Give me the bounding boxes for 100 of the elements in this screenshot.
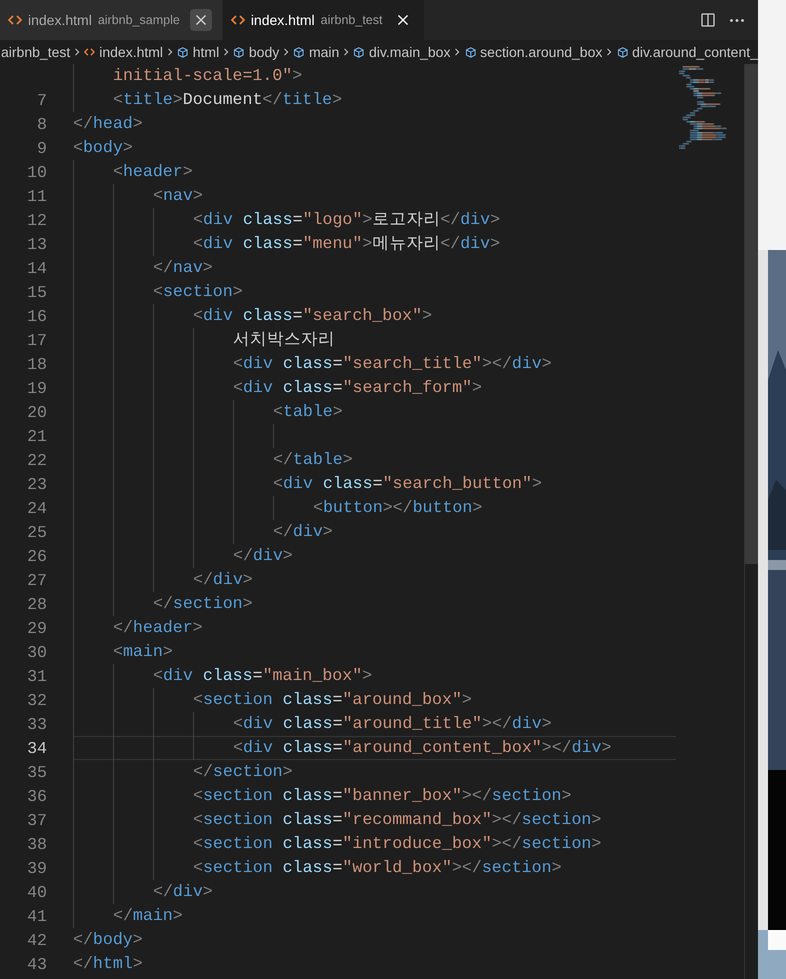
code-line: </section> bbox=[73, 760, 676, 784]
code-icon bbox=[84, 46, 96, 58]
more-button[interactable] bbox=[730, 18, 744, 22]
close-button[interactable] bbox=[190, 9, 212, 31]
line-number: 40 bbox=[26, 882, 47, 902]
breadcrumb-item[interactable]: section.around_box bbox=[480, 44, 602, 60]
code-line: <section class="around_box"> bbox=[73, 688, 676, 712]
code-line: </div> bbox=[73, 544, 676, 568]
line-number: 30 bbox=[26, 642, 47, 662]
code-line: <section class="banner_box"></section> bbox=[73, 784, 676, 808]
line-number: 42 bbox=[26, 930, 47, 950]
code-line: </head> bbox=[73, 113, 144, 135]
split-editor-icon bbox=[700, 12, 716, 28]
breadcrumb-item[interactable]: airbnb_test bbox=[1, 44, 70, 60]
code-line: </main> bbox=[73, 904, 676, 928]
tab-title: index.html bbox=[28, 12, 92, 28]
line-number: 26 bbox=[26, 546, 47, 566]
line-number: 28 bbox=[26, 594, 47, 614]
tab-description: airbnb_test bbox=[320, 13, 382, 27]
code-line: <div class="search_box"> bbox=[73, 304, 676, 328]
line-number: 15 bbox=[26, 282, 47, 302]
tab-title: index.html bbox=[250, 12, 315, 28]
code-line: <div class="search_button"> bbox=[73, 472, 676, 496]
code-line: 서치박스자리 bbox=[73, 328, 676, 352]
breadcrumb-item[interactable]: div.around_content_ bbox=[632, 44, 758, 60]
breadcrumb-item[interactable]: index.html bbox=[99, 44, 164, 60]
split-editor-button[interactable] bbox=[700, 12, 716, 28]
code-line: </div> bbox=[73, 880, 676, 904]
code-line: <table> bbox=[73, 400, 676, 424]
line-number: 38 bbox=[26, 834, 47, 854]
chevron-icon bbox=[454, 46, 461, 58]
line-number: 21 bbox=[26, 426, 47, 446]
code-line: </div> bbox=[73, 520, 676, 544]
line-number: 41 bbox=[26, 906, 47, 926]
code-line: </table> bbox=[73, 448, 676, 472]
chevron-icon bbox=[167, 46, 174, 58]
editor-tab[interactable]: index.html airbnb_sample bbox=[0, 0, 223, 40]
code-line: <main> bbox=[73, 640, 676, 664]
code-line: <section> bbox=[73, 280, 676, 304]
line-number: 12 bbox=[26, 210, 47, 230]
line-number: 36 bbox=[26, 786, 47, 806]
line-number: 10 bbox=[26, 162, 47, 182]
line-number: 22 bbox=[26, 450, 47, 470]
breadcrumb-item[interactable]: div.main_box bbox=[369, 44, 450, 60]
cube-icon bbox=[464, 44, 476, 60]
line-number: 27 bbox=[26, 570, 47, 590]
code-line: <div class="logo">로고자리</div> bbox=[73, 208, 676, 232]
close-icon bbox=[194, 14, 207, 26]
code-line: </body> bbox=[73, 929, 144, 951]
code-line: <body> bbox=[73, 137, 134, 159]
line-number: 43 bbox=[26, 954, 47, 974]
more-icon bbox=[730, 18, 744, 22]
close-icon bbox=[397, 14, 410, 26]
line-number: 37 bbox=[26, 810, 47, 830]
line-number: 7 bbox=[36, 90, 47, 110]
code-line: <nav> bbox=[73, 184, 676, 208]
line-number: 25 bbox=[26, 522, 47, 542]
line-number: 9 bbox=[36, 138, 47, 158]
cube-icon bbox=[233, 44, 245, 60]
code-line: <div class="main_box"> bbox=[73, 664, 676, 688]
line-number: 19 bbox=[26, 378, 47, 398]
cube-icon bbox=[353, 44, 366, 60]
breadcrumb-item[interactable]: body bbox=[248, 44, 280, 60]
code-line: <div class="search_form"> bbox=[73, 376, 676, 400]
line-number: 34 bbox=[26, 738, 47, 758]
editor-tab[interactable]: index.html airbnb_test bbox=[222, 0, 426, 40]
chevron-icon bbox=[223, 46, 230, 58]
chevron-icon bbox=[283, 46, 290, 58]
line-number: 20 bbox=[26, 402, 47, 422]
code-line: <title>Document</title> bbox=[73, 88, 676, 112]
line-number: 24 bbox=[26, 498, 47, 518]
code-line: <div class="search_title"></div> bbox=[73, 352, 676, 376]
line-number: 35 bbox=[26, 762, 47, 782]
line-number: 13 bbox=[26, 234, 47, 254]
line-number: 33 bbox=[26, 714, 47, 734]
line-number: 14 bbox=[26, 258, 47, 278]
line-number: 18 bbox=[26, 354, 47, 374]
line-number: 11 bbox=[26, 186, 47, 206]
cube-icon bbox=[616, 44, 628, 60]
cube-icon bbox=[177, 44, 189, 60]
line-number: 29 bbox=[26, 618, 47, 638]
line-number: 32 bbox=[26, 690, 47, 710]
code-line: <section class="introduce_box"></section> bbox=[73, 832, 676, 856]
code-line: </div> bbox=[73, 568, 676, 592]
code-icon bbox=[8, 14, 22, 26]
chevron-icon bbox=[606, 46, 613, 58]
line-number: 17 bbox=[26, 330, 47, 350]
code-line: <div class="menu">메뉴자리</div> bbox=[73, 232, 676, 256]
code-line: <section class="recommand_box"></section> bbox=[73, 808, 676, 832]
code-line: <div class="around_title"></div> bbox=[73, 712, 676, 736]
code-line: <header> bbox=[73, 160, 676, 184]
scrollbar[interactable] bbox=[744, 64, 758, 979]
code-line: <button></button> bbox=[73, 496, 676, 520]
code-line: <section class="world_box"></section> bbox=[73, 856, 676, 880]
breadcrumb-item[interactable]: html bbox=[192, 44, 220, 60]
tab-description: airbnb_sample bbox=[98, 13, 180, 27]
breadcrumb-item[interactable]: main bbox=[308, 44, 340, 60]
line-number: 39 bbox=[26, 858, 47, 878]
line-number: 8 bbox=[36, 114, 47, 134]
chevron-icon bbox=[343, 46, 350, 58]
